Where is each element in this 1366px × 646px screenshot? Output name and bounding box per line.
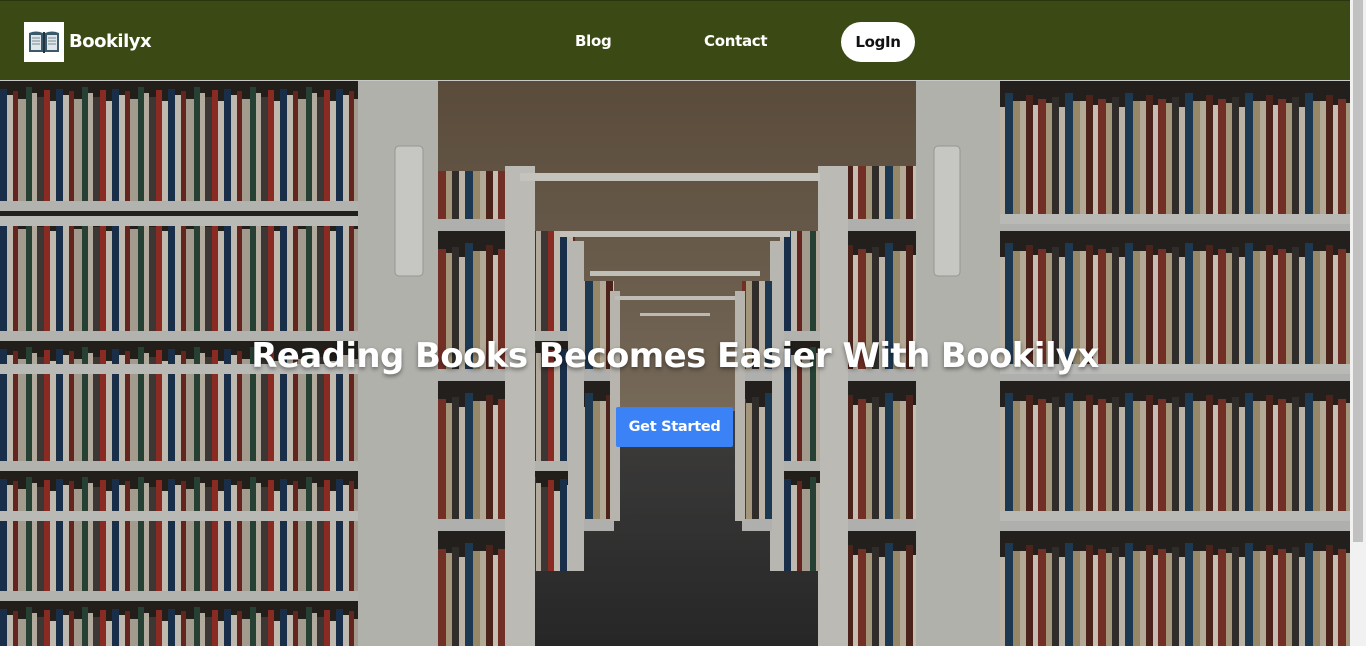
hero-title: Reading Books Becomes Easier With Bookil…	[251, 336, 1099, 376]
nav-link-blog[interactable]: Blog	[575, 32, 612, 50]
scrollbar-thumb[interactable]	[1353, 0, 1363, 542]
navbar: Bookilyx Blog Contact LogIn	[0, 0, 1350, 81]
get-started-button[interactable]: Get Started	[616, 407, 733, 447]
brand[interactable]: Bookilyx	[24, 21, 152, 62]
page-scrollbar[interactable]	[1350, 0, 1366, 646]
hero-section: Reading Books Becomes Easier With Bookil…	[0, 81, 1350, 646]
login-button[interactable]: LogIn	[841, 22, 915, 62]
brand-name: Bookilyx	[69, 31, 152, 52]
open-book-icon	[24, 21, 64, 62]
nav-link-contact[interactable]: Contact	[704, 32, 768, 50]
